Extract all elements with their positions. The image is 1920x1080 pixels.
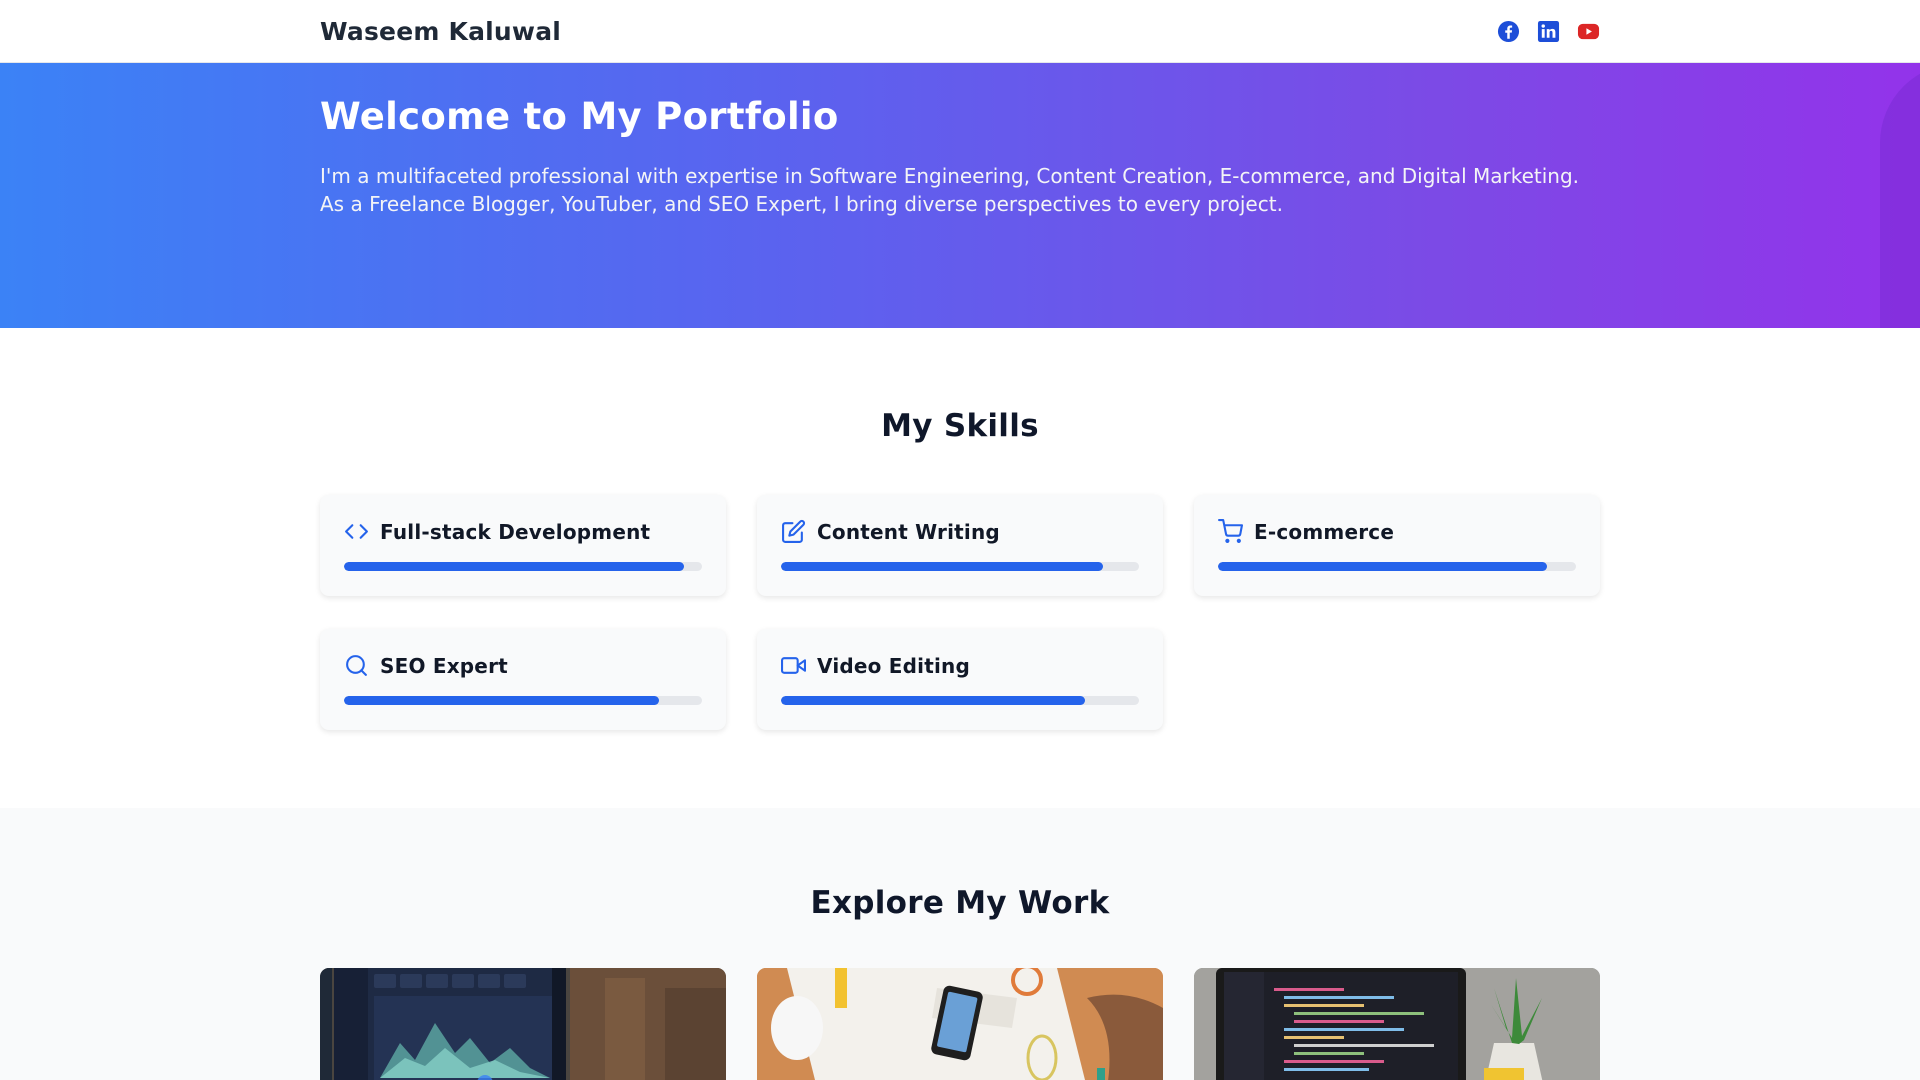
skills-section: My Skills Full-stack Development Content…	[0, 328, 1920, 808]
skills-grid: Full-stack Development Content Writing E…	[320, 495, 1600, 730]
hero-title: Welcome to My Portfolio	[320, 95, 839, 138]
work-card-design[interactable]	[757, 968, 1163, 1080]
edit-icon	[782, 519, 806, 543]
brand-name[interactable]: Waseem Kaluwal	[320, 17, 561, 46]
skill-card-video-editing: Video Editing	[757, 629, 1163, 730]
skill-name: Content Writing	[817, 519, 1000, 544]
linkedin-icon[interactable]	[1537, 20, 1560, 43]
skills-title: My Skills	[881, 408, 1039, 444]
site-header: Waseem Kaluwal	[0, 0, 1920, 63]
work-grid	[320, 968, 1600, 1080]
skill-progress-bar	[781, 562, 1139, 571]
hero-description: I'm a multifaceted professional with exp…	[320, 162, 1600, 218]
skill-progress-fill	[781, 696, 1086, 705]
video-icon	[781, 657, 806, 674]
code-icon	[345, 524, 368, 539]
skill-card-seo: SEO Expert	[320, 629, 726, 730]
skill-card-ecommerce: E-commerce	[1194, 495, 1600, 596]
skill-progress-fill	[344, 696, 660, 705]
hero-description-line-1: I'm a multifaceted professional with exp…	[320, 164, 1580, 188]
search-icon	[346, 655, 367, 676]
skill-progress-bar	[781, 696, 1139, 705]
hero-description-line-2: As a Freelance Blogger, YouTuber, and SE…	[320, 192, 1283, 216]
youtube-icon[interactable]	[1577, 20, 1600, 43]
hero-section: Welcome to My Portfolio I'm a multifacet…	[0, 63, 1920, 328]
facebook-icon[interactable]	[1497, 20, 1520, 43]
skill-progress-fill	[781, 562, 1104, 571]
analytics-dashboard-laptop-image	[320, 968, 726, 1080]
skill-progress-fill	[344, 562, 685, 571]
skill-name: Video Editing	[817, 653, 970, 678]
cart-icon	[1218, 519, 1243, 543]
skill-card-fullstack: Full-stack Development	[320, 495, 726, 596]
design-desk-phone-image	[757, 968, 1163, 1080]
work-title: Explore My Work	[810, 885, 1110, 921]
skill-card-content-writing: Content Writing	[757, 495, 1163, 596]
work-section: Explore My Work	[0, 808, 1920, 1080]
code-editor-laptop-image	[1194, 968, 1600, 1080]
skill-progress-fill	[1218, 562, 1548, 571]
skill-progress-bar	[344, 562, 702, 571]
skill-name: Full-stack Development	[380, 519, 651, 544]
work-card-code[interactable]	[1194, 968, 1600, 1080]
skill-name: E-commerce	[1254, 519, 1395, 544]
skill-name: SEO Expert	[380, 653, 508, 678]
hero-decoration	[1880, 63, 1920, 328]
skill-progress-bar	[344, 696, 702, 705]
work-card-analytics[interactable]	[320, 968, 726, 1080]
social-links	[1497, 20, 1600, 43]
skill-progress-bar	[1218, 562, 1576, 571]
